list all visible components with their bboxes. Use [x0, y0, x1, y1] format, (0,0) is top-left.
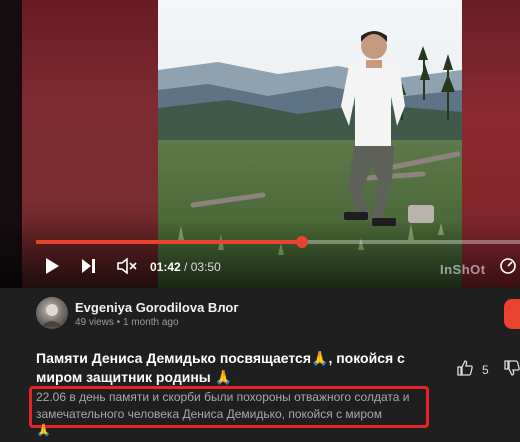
- channel-row: Evgeniya Gorodilova Влог 49 views • 1 mo…: [36, 297, 520, 331]
- video-player[interactable]: 01:42 / 03:50 InShOt: [0, 0, 520, 288]
- like-icon[interactable]: [456, 359, 474, 380]
- channel-name[interactable]: Evgeniya Gorodilova Влог: [75, 300, 239, 315]
- reactions: 5: [456, 359, 520, 380]
- video-meta: 49 views • 1 month ago: [75, 317, 179, 328]
- progress-fill: [36, 240, 302, 244]
- time-display: 01:42 / 03:50: [150, 260, 221, 274]
- current-time: 01:42: [150, 260, 181, 274]
- dislike-icon[interactable]: [503, 359, 520, 380]
- speed-icon[interactable]: [498, 256, 518, 276]
- subscribe-button[interactable]: [504, 299, 520, 329]
- inshot-watermark: InShOt: [440, 262, 486, 277]
- avatar[interactable]: [36, 297, 68, 329]
- video-description: 22.06 в день памяти и скорби были похоро…: [36, 390, 410, 421]
- progress-handle[interactable]: [295, 236, 308, 248]
- mute-icon[interactable]: [116, 256, 138, 276]
- duration: 03:50: [190, 260, 221, 274]
- play-icon[interactable]: [42, 256, 62, 276]
- like-count: 5: [482, 362, 489, 377]
- controls-shade: [0, 220, 520, 288]
- video-title: Памяти Дениса Демидько посвящается🙏, пок…: [36, 350, 405, 385]
- progress-bar[interactable]: [36, 236, 520, 248]
- next-icon[interactable]: [78, 256, 98, 276]
- description-continuation: 🙏: [36, 423, 51, 437]
